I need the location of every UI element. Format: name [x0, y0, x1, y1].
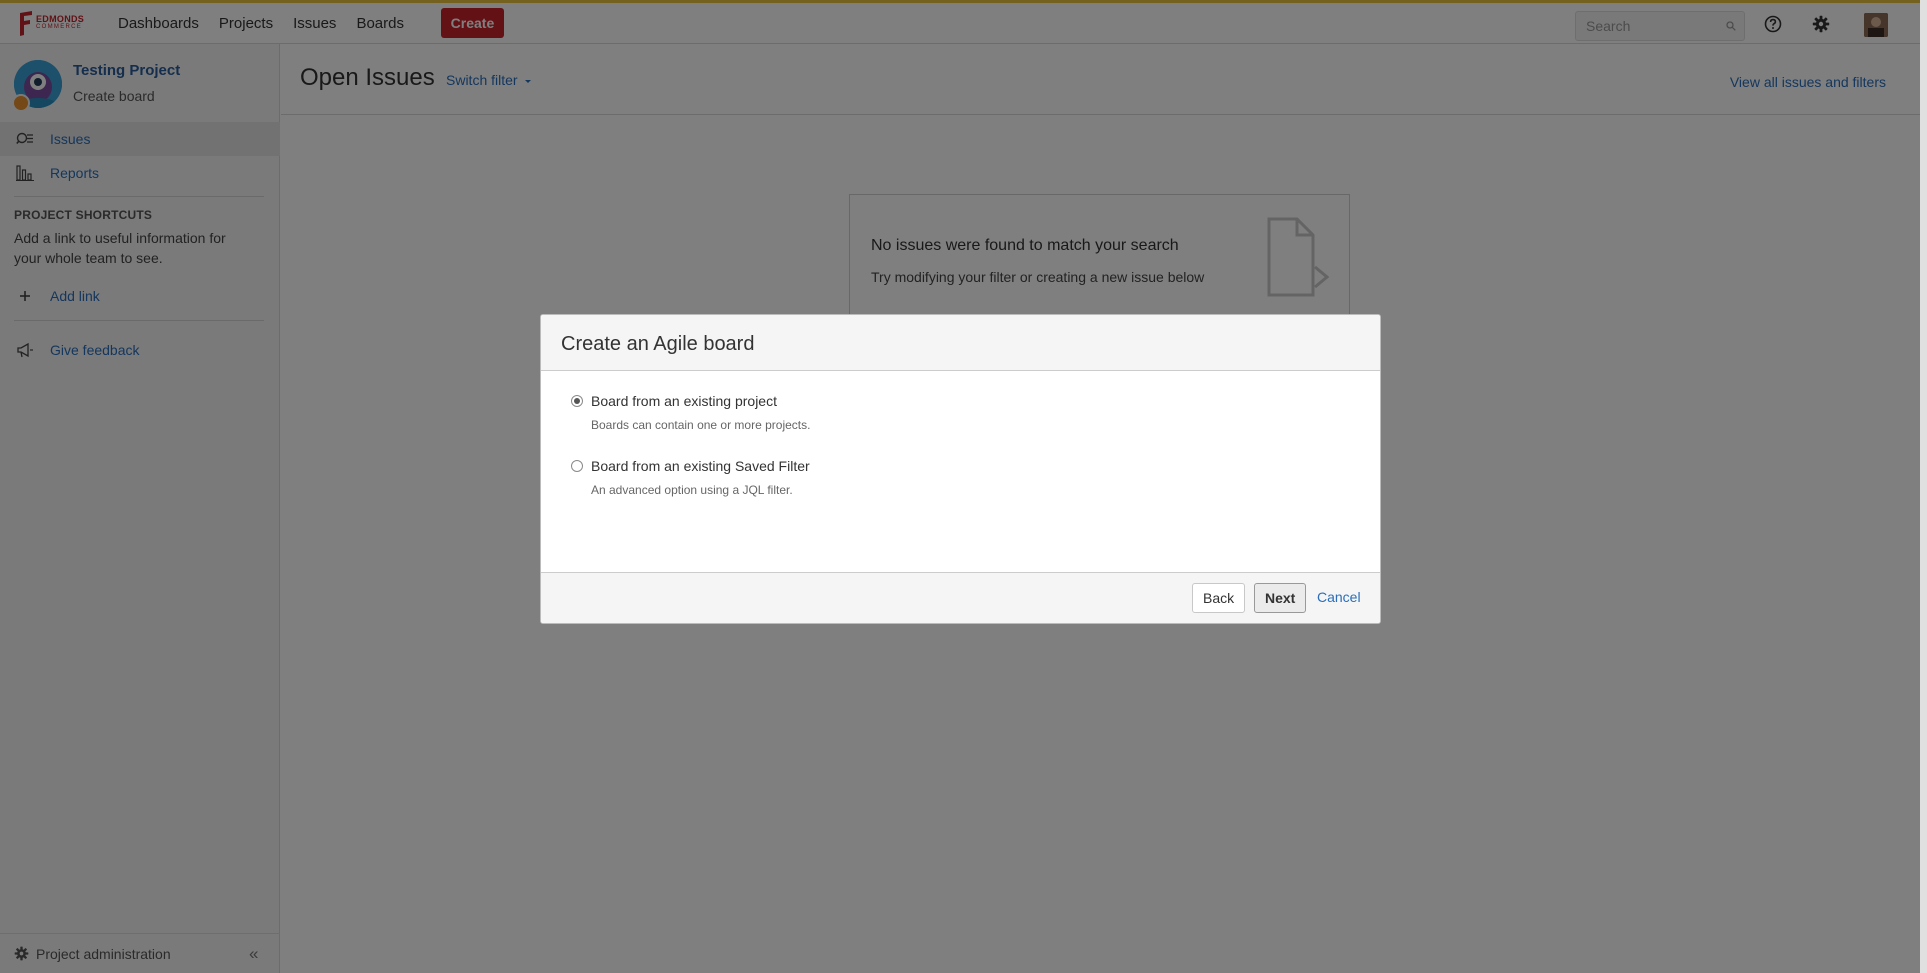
back-button[interactable]: Back — [1192, 583, 1246, 613]
radio-existing-project[interactable] — [571, 395, 583, 407]
cancel-link[interactable]: Cancel — [1317, 589, 1361, 605]
option-desc-saved-filter: An advanced option using a JQL filter. — [591, 483, 793, 497]
dialog-footer: Back Next Cancel — [541, 572, 1380, 623]
radio-saved-filter[interactable] — [571, 460, 583, 472]
next-button[interactable]: Next — [1254, 583, 1307, 613]
dialog-title: Create an Agile board — [561, 333, 755, 355]
dialog-header: Create an Agile board — [541, 315, 1380, 371]
option-label-existing-project[interactable]: Board from an existing project — [591, 393, 777, 409]
create-agile-board-dialog: Create an Agile board Board from an exis… — [540, 314, 1381, 624]
option-label-saved-filter[interactable]: Board from an existing Saved Filter — [591, 458, 810, 474]
dialog-body: Board from an existing project Boards ca… — [541, 371, 1380, 572]
option-desc-existing-project: Boards can contain one or more projects. — [591, 418, 811, 432]
page-scrollbar[interactable] — [1920, 0, 1927, 973]
